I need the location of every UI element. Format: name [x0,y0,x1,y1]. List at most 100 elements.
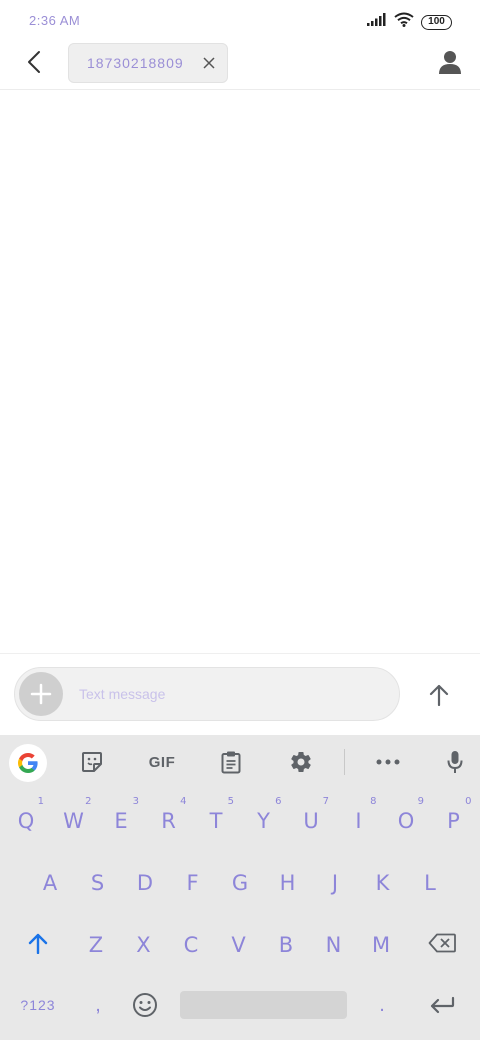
close-icon [203,57,215,69]
key-b[interactable]: B [264,917,308,973]
gif-button[interactable]: GIF [140,744,184,780]
more-dots-icon [376,759,400,765]
key-s[interactable]: S [76,855,120,911]
conversation-header: 18730218809 [0,42,480,90]
toolbar-divider [344,749,345,775]
key-label: K [375,871,390,895]
remove-recipient-button[interactable] [199,53,219,73]
key-v[interactable]: V [217,917,261,973]
key-d[interactable]: D [123,855,167,911]
key-label: I [355,809,362,833]
key-hint: 0 [465,796,472,807]
voice-input-button[interactable] [436,744,474,780]
arrow-up-icon [429,684,449,706]
key-label: V [231,933,246,957]
key-y[interactable]: Y6 [242,793,286,849]
gif-label: GIF [148,753,176,771]
battery-indicator: 100 [421,14,452,30]
key-label: T [209,809,223,833]
key-n[interactable]: N [312,917,356,973]
key-c[interactable]: C [169,917,213,973]
microphone-icon [447,751,463,773]
key-label: U [303,809,319,833]
key-h[interactable]: H [266,855,310,911]
key-hint: 3 [132,796,139,807]
key-label: F [186,871,199,895]
key-hint: 6 [275,796,282,807]
status-icons: 100 [367,12,452,32]
shift-arrow-icon [28,933,48,954]
key-o[interactable]: O9 [384,793,428,849]
key-a[interactable]: A [28,855,72,911]
comma-key[interactable]: , [76,977,120,1033]
key-label: A [42,871,58,895]
key-x[interactable]: X [122,917,166,973]
keyboard: GIF Q1W2E3R4T5Y6U7I8O9P0 ASDFGHJKL ZXCVB… [0,735,480,1040]
key-z[interactable]: Z [74,917,118,973]
compose-bar [0,653,480,735]
key-w[interactable]: W2 [52,793,96,849]
recipient-chip[interactable]: 18730218809 [68,43,228,83]
enter-key[interactable] [418,977,466,1033]
key-r[interactable]: R4 [147,793,191,849]
attach-button[interactable] [19,672,63,716]
status-time: 2:36 AM [29,13,81,28]
person-icon [439,50,461,79]
google-button[interactable] [9,744,47,782]
plus-icon [30,683,52,705]
key-j[interactable]: J [313,855,357,911]
key-label: L [424,871,436,895]
key-f[interactable]: F [171,855,215,911]
back-button[interactable] [18,48,50,80]
key-hint: 7 [322,796,329,807]
backspace-key[interactable] [418,915,466,971]
sticker-button[interactable] [73,744,111,780]
key-label: E [114,809,128,833]
space-bar[interactable] [180,991,347,1019]
key-t[interactable]: T5 [194,793,238,849]
key-label: P [447,809,460,833]
key-g[interactable]: G [218,855,262,911]
settings-button[interactable] [282,744,320,780]
compose-field [14,667,400,721]
key-label: D [136,871,154,895]
gear-icon [291,752,311,773]
key-p[interactable]: P0 [432,793,476,849]
shift-key[interactable] [14,915,62,971]
status-bar: 2:36 AM 100 [0,0,480,42]
key-label: N [325,933,342,957]
key-m[interactable]: M [359,917,403,973]
key-i[interactable]: I8 [337,793,381,849]
key-label: B [278,933,294,957]
key-label: O [397,809,415,833]
period-key[interactable]: . [360,977,404,1033]
more-button[interactable] [369,744,407,780]
keyboard-toolbar: GIF [0,735,480,789]
key-u[interactable]: U7 [289,793,333,849]
wifi-icon [394,12,414,32]
symbols-key[interactable]: ?123 [12,977,64,1033]
message-list [0,91,480,653]
clipboard-button[interactable] [212,744,250,780]
smiley-icon [133,993,157,1017]
back-arrow-icon [26,50,42,79]
key-label: H [279,871,296,895]
send-button[interactable] [420,676,458,714]
key-label: W [63,809,84,833]
message-input[interactable] [79,683,379,705]
key-e[interactable]: E3 [99,793,143,849]
add-contact-button[interactable] [434,48,466,80]
google-icon [18,753,38,773]
key-l[interactable]: L [408,855,452,911]
emoji-key[interactable] [124,977,166,1033]
key-hint: 9 [417,796,424,807]
key-hint: 5 [227,796,234,807]
key-hint: 1 [37,796,44,807]
key-label: Z [88,933,104,957]
key-label: Y [257,809,270,833]
backspace-icon [428,933,456,953]
key-label: M [371,933,391,957]
key-k[interactable]: K [361,855,405,911]
key-label: X [136,933,151,957]
key-q[interactable]: Q1 [4,793,48,849]
